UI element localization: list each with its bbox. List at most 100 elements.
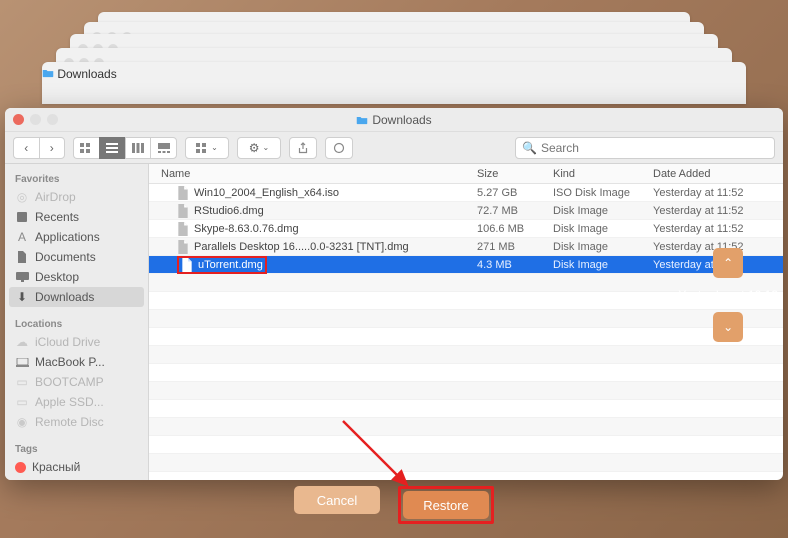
sidebar-section-locations: Locations [5,315,148,332]
file-name: RStudio6.dmg [194,205,264,217]
sidebar-item-documents[interactable]: Documents [5,247,148,267]
search-field[interactable]: 🔍 [515,137,775,159]
sidebar-item-label: Applications [35,230,100,244]
empty-row [149,400,783,418]
sidebar-item-applessd[interactable]: ▭ Apple SSD... [5,392,148,412]
sidebar-item-label: Desktop [35,270,79,284]
timeline-panel: ⌃ Yesterday at 12:13 ⌄ [678,248,778,342]
empty-row [149,382,783,400]
cloud-icon: ☁ [15,335,29,349]
view-columns-button[interactable] [125,137,151,159]
empty-row [149,418,783,436]
back-button[interactable]: ‹ [13,137,39,159]
sidebar: Favorites ◎ AirDrop Recents A Applicatio… [5,164,149,480]
bottom-bar: Cancel Restore [0,486,788,524]
empty-row [149,346,783,364]
file-name: Parallels Desktop 16.....0.0-3231 [TNT].… [194,241,409,253]
column-kind[interactable]: Kind [553,168,653,180]
group-by-button[interactable]: ⌄ [185,137,229,159]
file-row[interactable]: RStudio6.dmg72.7 MBDisk ImageYesterday a… [149,202,783,220]
sidebar-item-bootcamp[interactable]: ▭ BOOTCAMP [5,372,148,392]
search-icon: 🔍 [522,141,537,155]
file-kind: ISO Disk Image [553,187,653,199]
file-size: 4.3 MB [477,259,553,271]
maximize-icon[interactable] [47,114,58,125]
column-headers: Name Size Kind Date Added [149,164,783,184]
file-date: Yesterday at 11:52 [653,223,783,235]
sidebar-item-recents[interactable]: Recents [5,207,148,227]
action-button[interactable]: ⚙ ⌄ [237,137,281,159]
chevron-left-icon: ‹ [24,141,28,155]
cancel-button[interactable]: Cancel [294,486,380,514]
finder-window: Downloads ‹ › ⌄ ⚙ ⌄ 🔍 [5,108,783,480]
search-input[interactable] [541,141,768,155]
tag-icon [333,142,345,154]
sidebar-item-macbook[interactable]: MacBook P... [5,352,148,372]
file-size: 72.7 MB [477,205,553,217]
empty-row [149,436,783,454]
drive-icon: ▭ [15,395,29,409]
view-gallery-button[interactable] [150,137,177,159]
chevron-down-icon: ⌄ [211,143,218,152]
sidebar-tag-red[interactable]: Красный [5,457,148,477]
minimize-icon[interactable] [30,114,41,125]
sidebar-item-label: MacBook P... [35,355,105,369]
list-icon [106,143,118,153]
empty-row [149,454,783,472]
share-button[interactable] [289,137,317,159]
drive-icon: ▭ [15,375,29,389]
file-size: 106.6 MB [477,223,553,235]
grid-icon [80,143,92,153]
file-name: Win10_2004_English_x64.iso [194,187,339,199]
empty-row [149,472,783,480]
sidebar-item-remotedisc[interactable]: ◉ Remote Disc [5,412,148,432]
sidebar-item-downloads[interactable]: ⬇ Downloads [9,287,144,307]
sidebar-item-label: Remote Disc [35,415,104,429]
sidebar-item-airdrop[interactable]: ◎ AirDrop [5,187,148,207]
view-list-button[interactable] [99,137,125,159]
close-icon[interactable] [13,114,24,125]
chevron-down-icon: ⌄ [723,320,733,334]
file-row[interactable]: Skype-8.63.0.76.dmg 106.6 MBDisk ImageYes… [149,220,783,238]
laptop-icon [15,355,29,369]
group-icon [196,143,208,153]
tag-dot-icon [15,462,26,473]
column-date[interactable]: Date Added [653,168,783,180]
column-size[interactable]: Size [477,168,553,180]
chevron-right-icon: › [50,141,54,155]
file-kind: Disk Image [553,259,653,271]
timeline-timestamp: Yesterday at 12:13 [678,288,778,302]
sidebar-item-label: Recents [35,210,79,224]
sidebar-item-icloud[interactable]: ☁ iCloud Drive [5,332,148,352]
applications-icon: A [15,230,29,244]
timeline-down-button[interactable]: ⌄ [713,312,743,342]
file-size: 5.27 GB [477,187,553,199]
forward-button[interactable]: › [39,137,66,159]
sidebar-item-label: Downloads [35,290,94,304]
sidebar-section-favorites: Favorites [5,170,148,187]
file-kind: Disk Image [553,223,653,235]
file-row[interactable]: Win10_2004_English_x64.iso 5.27 GBISO Dis… [149,184,783,202]
columns-icon [132,143,144,153]
sidebar-item-label: Красный [32,460,80,474]
restore-button[interactable]: Restore [403,491,489,519]
sidebar-item-applications[interactable]: A Applications [5,227,148,247]
gear-icon: ⚙ [249,141,260,155]
stacked-window: Downloads [42,62,746,104]
file-size: 271 MB [477,241,553,253]
stacked-window-title: Downloads [57,67,116,81]
sidebar-item-label: Apple SSD... [35,395,104,409]
gallery-icon [158,143,170,153]
tags-button[interactable] [325,137,353,159]
airdrop-icon: ◎ [15,190,29,204]
sidebar-item-desktop[interactable]: Desktop [5,267,148,287]
sidebar-item-label: Documents [35,250,96,264]
desktop-icon [15,270,29,284]
folder-icon [356,115,368,125]
file-name: Skype-8.63.0.76.dmg [194,223,299,235]
column-name[interactable]: Name [149,168,477,180]
empty-row [149,364,783,382]
view-icons-button[interactable] [73,137,99,159]
timeline-up-button[interactable]: ⌃ [713,248,743,278]
file-date: Yesterday at 11:52 [653,187,783,199]
